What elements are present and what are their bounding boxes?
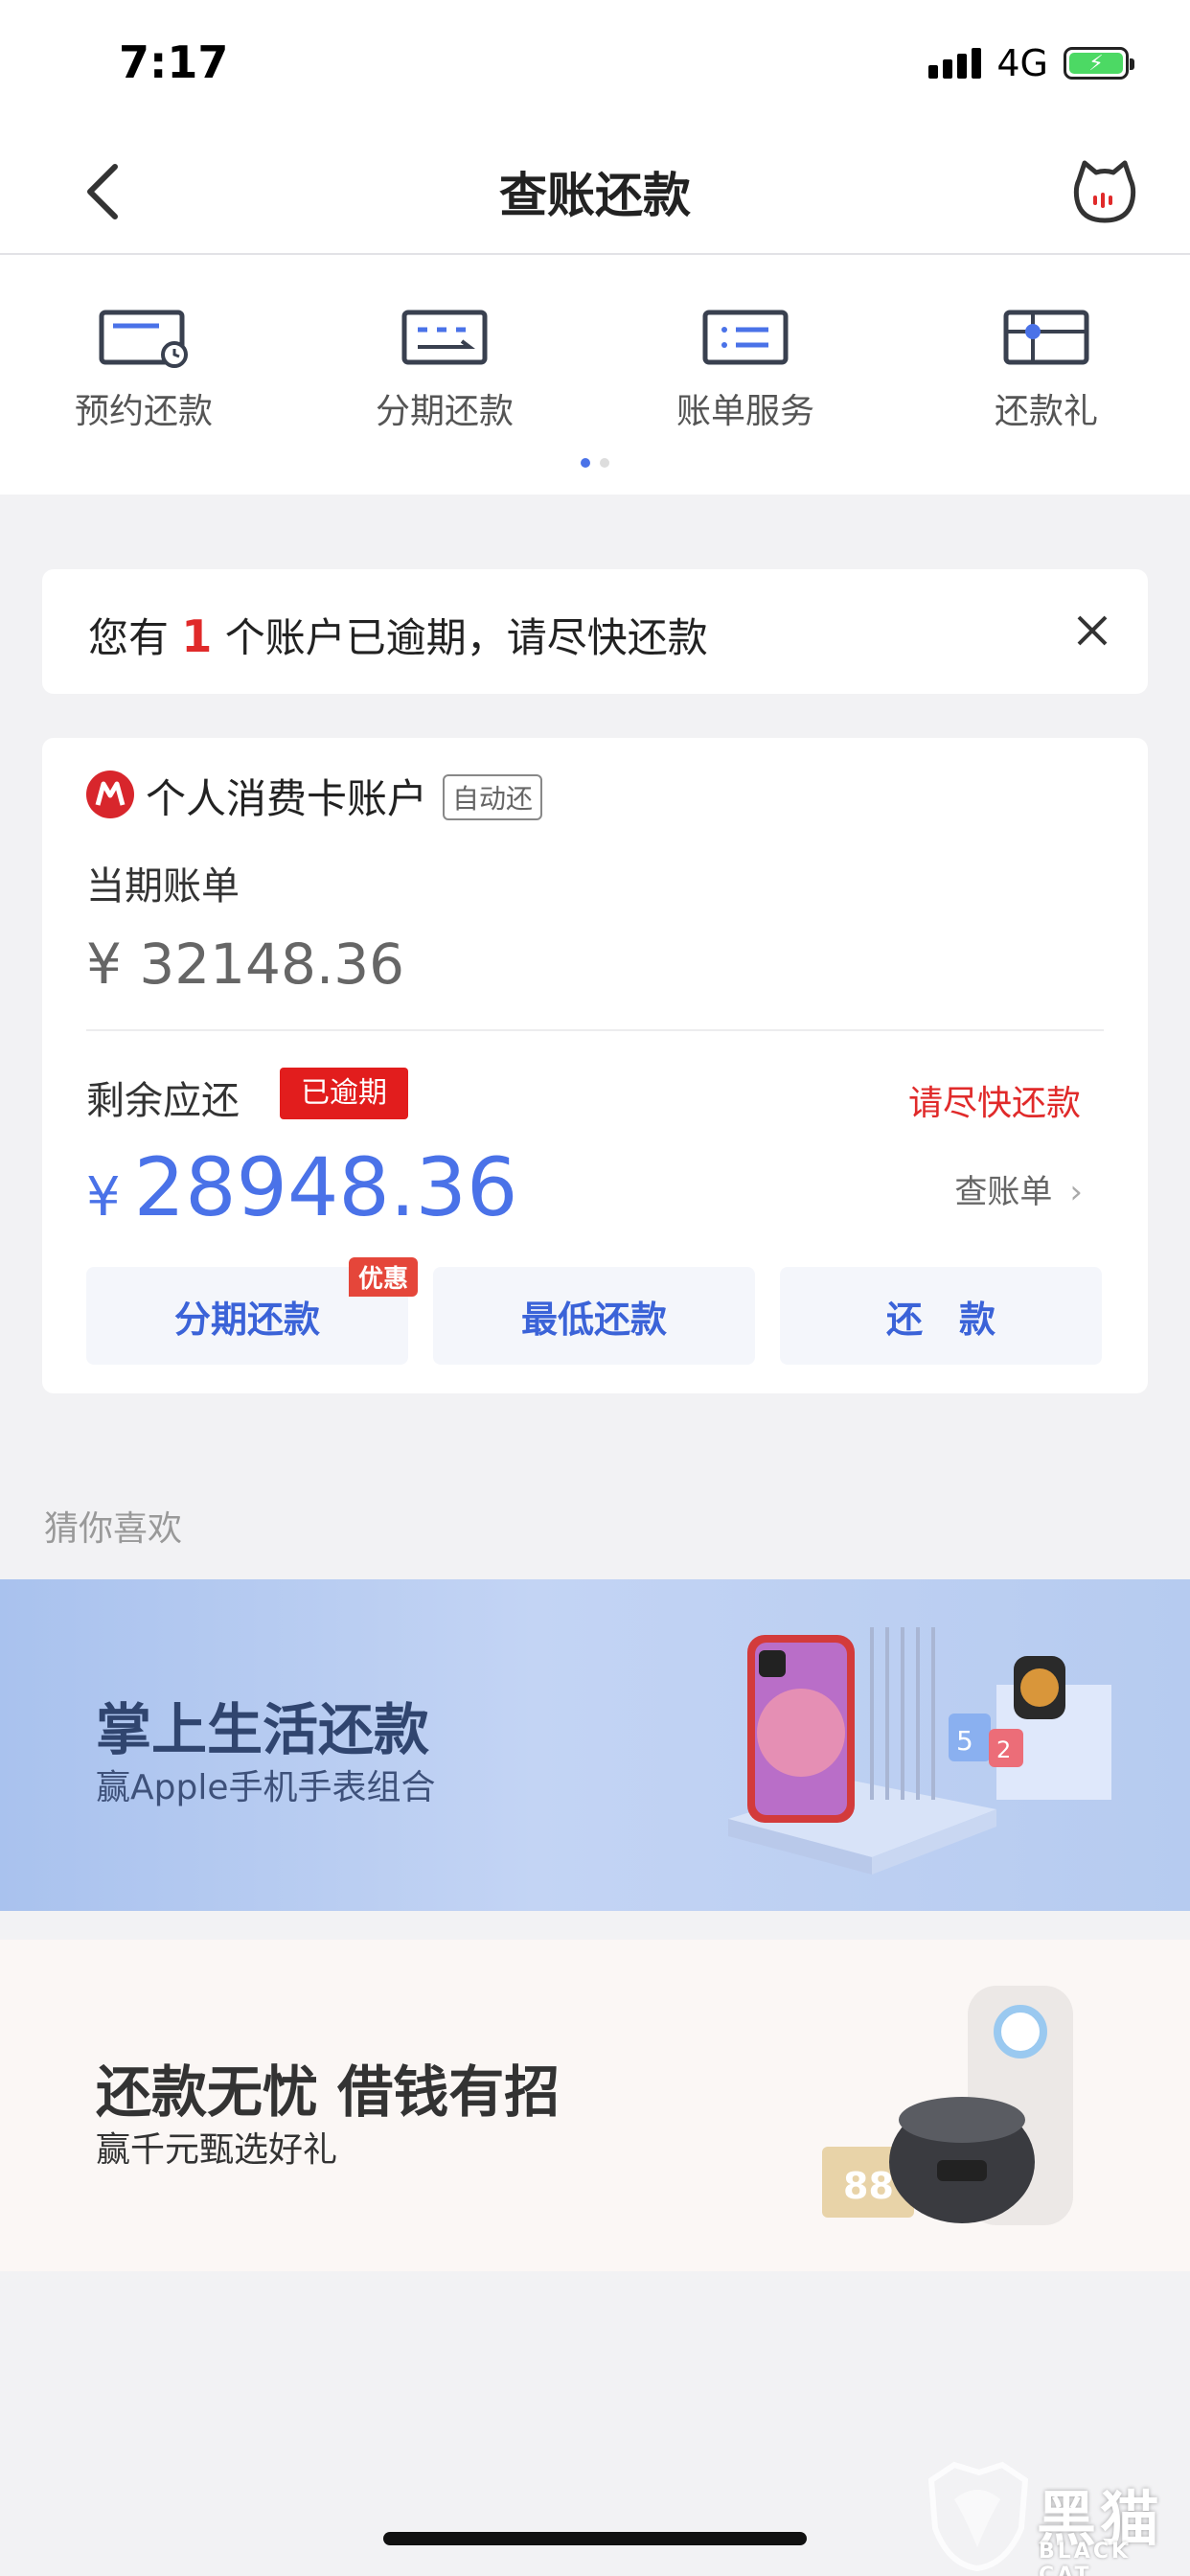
- menu-scheduled-repay[interactable]: 预约还款: [29, 307, 259, 433]
- banner-title: 掌上生活还款: [96, 1697, 430, 1762]
- recommend-title: 猜你喜欢: [44, 1509, 183, 1549]
- bill-service-icon: [702, 310, 789, 365]
- signal-icon: [928, 48, 982, 79]
- remaining-label: 剩余应还: [86, 1079, 240, 1123]
- account-name: 个人消费卡账户: [146, 775, 428, 822]
- watermark-subtext: BLACK CAT: [1039, 2540, 1132, 2576]
- minimum-repay-button[interactable]: 最低还款: [433, 1267, 755, 1365]
- promo-banner-apple[interactable]: 掌上生活还款 赢Apple手机手表组合 5 2: [0, 1579, 1190, 1911]
- page-indicator: [0, 458, 1190, 468]
- overdue-badge: 已逾期: [280, 1068, 408, 1119]
- status-indicators: 4G ⚡: [928, 42, 1134, 84]
- battery-icon: ⚡: [1064, 47, 1134, 80]
- menu-label: 账单服务: [675, 392, 814, 431]
- home-indicator: [383, 2532, 807, 2545]
- installment-icon: [401, 310, 488, 365]
- account-card: 个人消费卡账户 自动还 当期账单 ¥ 32148.36 剩余应还 已逾期 请尽快…: [42, 738, 1148, 1393]
- menu-label: 还款礼: [994, 392, 1098, 431]
- coupon-value-5: 5: [956, 1725, 973, 1757]
- promo-banner-gifts[interactable]: 还款无忧 借钱有招 赢千元甄选好礼 88: [0, 1940, 1190, 2271]
- installment-repay-button[interactable]: 分期还款 优惠: [86, 1257, 418, 1365]
- menu-installment[interactable]: 分期还款: [330, 307, 560, 433]
- repay-gift-icon: [1003, 310, 1089, 365]
- current-bill-label: 当期账单: [86, 864, 240, 908]
- menu-bill-service[interactable]: 账单服务: [630, 307, 860, 433]
- cat-service-icon[interactable]: [1071, 159, 1138, 226]
- nav-bar: 查账还款: [0, 130, 1190, 255]
- overdue-count: 1: [181, 610, 213, 662]
- network-type: 4G: [996, 42, 1048, 84]
- close-notice-button[interactable]: [1065, 604, 1119, 657]
- apple-products-illustration: 5 2: [728, 1627, 1111, 1874]
- promo-tag: 优惠: [348, 1257, 418, 1297]
- overdue-notice: 您有 1 个账户已逾期，请尽快还款: [42, 569, 1148, 694]
- remaining-amount: ¥28948.36: [86, 1140, 517, 1234]
- banner-subtitle: 赢Apple手机手表组合: [96, 1768, 436, 1807]
- view-bill-link[interactable]: 查账单 ›: [954, 1165, 1083, 1212]
- auto-repay-tag: 自动还: [443, 774, 543, 820]
- bank-logo-icon: [86, 770, 134, 818]
- quick-menu: 预约还款 分期还款 账单服务 还款礼: [0, 255, 1190, 494]
- repay-button[interactable]: 还 款: [780, 1267, 1102, 1365]
- status-bar: 7:17 4G ⚡: [0, 0, 1190, 130]
- hurry-repay-text: 请尽快还款: [907, 1084, 1081, 1123]
- scheduled-repay-icon: [99, 310, 188, 368]
- menu-label: 分期还款: [375, 392, 514, 431]
- remaining-amount-value: 28948.36: [133, 1140, 518, 1234]
- coupon-value-88: 88: [843, 2165, 894, 2207]
- chevron-right-icon: ›: [1069, 1173, 1083, 1211]
- menu-label: 预约还款: [74, 392, 213, 431]
- page-title: 查账还款: [499, 168, 691, 223]
- notice-text: 您有 1 个账户已逾期，请尽快还款: [88, 610, 708, 662]
- banner-title: 还款无忧 借钱有招: [96, 2059, 561, 2125]
- coupon-value-2: 2: [996, 1736, 1011, 1763]
- divider: [86, 1029, 1104, 1031]
- current-bill-amount: ¥ 32148.36: [86, 932, 405, 997]
- home-appliances-illustration: 88: [822, 1986, 1073, 2225]
- menu-repay-gift[interactable]: 还款礼: [931, 307, 1161, 433]
- close-icon: [1077, 615, 1108, 646]
- currency-symbol: ¥: [86, 1166, 121, 1229]
- status-time: 7:17: [119, 36, 229, 88]
- banner-subtitle: 赢千元甄选好礼: [96, 2130, 338, 2170]
